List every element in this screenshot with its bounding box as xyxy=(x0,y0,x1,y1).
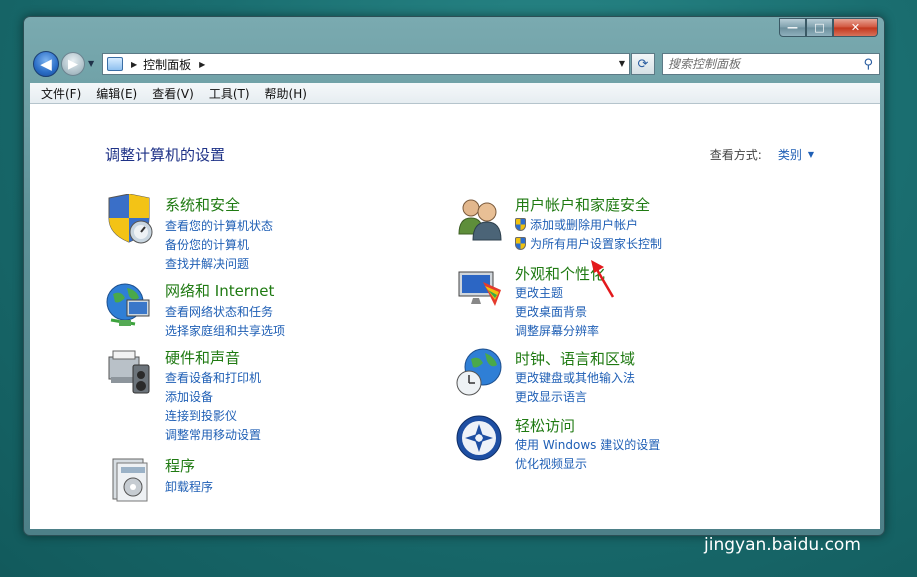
chevron-down-icon[interactable]: ▼ xyxy=(808,150,814,159)
menu-view[interactable]: 查看(V) xyxy=(145,85,202,102)
category-title[interactable]: 时钟、语言和区域 xyxy=(515,348,635,369)
recent-pages-dropdown-icon[interactable]: ▼ xyxy=(88,59,94,68)
link-add-device[interactable]: 添加设备 xyxy=(165,388,213,405)
search-box[interactable]: ⚲ xyxy=(662,53,880,75)
address-bar[interactable]: ▶ 控制面板 ▶ ▼ xyxy=(102,53,630,75)
back-button[interactable]: ◀ xyxy=(33,51,59,77)
refresh-icon: ⟳ xyxy=(637,56,649,72)
view-by-value[interactable]: 类别 xyxy=(778,146,802,163)
watermark-url: jingyan.baidu.com xyxy=(704,535,861,555)
category-title[interactable]: 系统和安全 xyxy=(165,194,240,215)
breadcrumb-chevron-icon[interactable]: ▶ xyxy=(131,60,137,69)
link-change-theme[interactable]: 更改主题 xyxy=(515,284,563,301)
hardware-sound-icon xyxy=(108,350,150,394)
breadcrumb-chevron-icon[interactable]: ▶ xyxy=(199,60,205,69)
link-label: 添加或删除用户帐户 xyxy=(530,218,639,232)
link-label: 为所有用户设置家长控制 xyxy=(530,237,663,251)
clock-language-icon xyxy=(456,348,502,396)
link-parental-controls[interactable]: 为所有用户设置家长控制 xyxy=(515,235,662,252)
forward-button[interactable]: ▶ xyxy=(61,52,85,76)
menu-file[interactable]: 文件(F) xyxy=(34,85,89,102)
system-security-icon xyxy=(108,194,153,244)
address-dropdown-icon[interactable]: ▼ xyxy=(619,59,625,68)
baidu-jingyan-watermark-logo: Baidu经验 xyxy=(700,498,853,531)
link-optimize-video[interactable]: 优化视频显示 xyxy=(515,455,587,472)
link-windows-recommended[interactable]: 使用 Windows 建议的设置 xyxy=(515,436,660,453)
category-title[interactable]: 轻松访问 xyxy=(515,415,575,436)
search-icon[interactable]: ⚲ xyxy=(863,57,873,72)
appearance-icon xyxy=(458,271,501,306)
link-troubleshoot[interactable]: 查找并解决问题 xyxy=(165,255,249,272)
window-controls: — □ ✕ xyxy=(779,18,878,37)
maximize-button[interactable]: □ xyxy=(806,18,833,37)
link-change-keyboard[interactable]: 更改键盘或其他输入法 xyxy=(515,369,635,386)
view-by-selector: 查看方式: 类别 ▼ xyxy=(710,146,814,163)
link-devices-printers[interactable]: 查看设备和打印机 xyxy=(165,369,261,386)
link-uninstall-program[interactable]: 卸载程序 xyxy=(165,478,213,495)
navigation-bar: ◀ ▶ ▼ ▶ 控制面板 ▶ ▼ ⟳ ⚲ xyxy=(30,49,880,79)
breadcrumb-control-panel[interactable]: 控制面板 xyxy=(143,56,191,73)
category-title[interactable]: 硬件和声音 xyxy=(165,347,240,368)
link-screen-resolution[interactable]: 调整屏幕分辨率 xyxy=(515,322,599,339)
link-connect-projector[interactable]: 连接到投影仪 xyxy=(165,407,237,424)
content-pane: 调整计算机的设置 查看方式: 类别 ▼ 系统和安全 查看您的计算机状态 备份您的… xyxy=(30,104,880,529)
link-add-remove-accounts[interactable]: 添加或删除用户帐户 xyxy=(515,216,638,233)
programs-icon xyxy=(112,458,148,502)
page-title: 调整计算机的设置 xyxy=(105,146,226,164)
control-panel-icon xyxy=(107,57,123,71)
uac-shield-icon xyxy=(515,218,526,231)
category-title[interactable]: 用户帐户和家庭安全 xyxy=(515,194,650,215)
search-input[interactable] xyxy=(663,55,853,73)
view-by-label: 查看方式: xyxy=(709,148,762,162)
link-display-language[interactable]: 更改显示语言 xyxy=(515,388,587,405)
user-accounts-icon xyxy=(458,199,502,241)
link-network-status[interactable]: 查看网络状态和任务 xyxy=(165,303,273,320)
menu-tools[interactable]: 工具(T) xyxy=(202,85,258,102)
ease-of-access-icon xyxy=(456,415,502,461)
link-homegroup-sharing[interactable]: 选择家庭组和共享选项 xyxy=(165,322,285,339)
link-mobility-settings[interactable]: 调整常用移动设置 xyxy=(165,426,261,443)
link-backup-computer[interactable]: 备份您的计算机 xyxy=(165,236,249,253)
link-desktop-background[interactable]: 更改桌面背景 xyxy=(515,303,587,320)
link-view-computer-status[interactable]: 查看您的计算机状态 xyxy=(165,217,273,234)
close-button[interactable]: ✕ xyxy=(833,18,878,37)
uac-shield-icon xyxy=(515,237,526,250)
network-internet-icon xyxy=(106,283,150,326)
refresh-button[interactable]: ⟳ xyxy=(631,53,655,75)
category-title[interactable]: 网络和 Internet xyxy=(165,280,274,301)
category-title[interactable]: 程序 xyxy=(165,455,195,476)
control-panel-window: — □ ✕ ◀ ▶ ▼ ▶ 控制面板 ▶ ▼ ⟳ ⚲ 文件(F) 编辑(E) 查… xyxy=(23,16,885,536)
annotation-arrow-icon xyxy=(591,260,615,298)
menu-bar: 文件(F) 编辑(E) 查看(V) 工具(T) 帮助(H) xyxy=(30,83,880,104)
menu-help[interactable]: 帮助(H) xyxy=(258,85,315,102)
menu-edit[interactable]: 编辑(E) xyxy=(89,85,145,102)
minimize-button[interactable]: — xyxy=(779,18,806,37)
